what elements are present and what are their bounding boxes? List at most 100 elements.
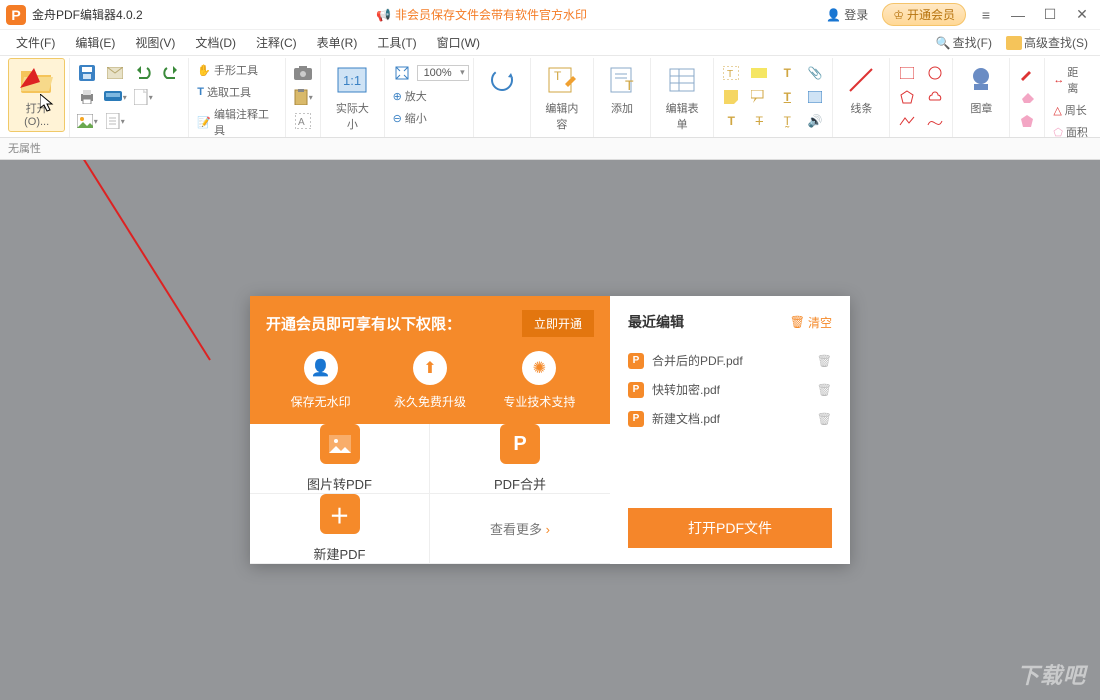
text-color-button[interactable]: T: [774, 62, 800, 84]
close-button[interactable]: ✕: [1070, 6, 1094, 23]
squiggly-button[interactable]: T̰: [774, 110, 800, 132]
feature-free-upgrade: ⬆永久免费升级: [375, 351, 484, 410]
save-button[interactable]: [74, 62, 100, 84]
edit-content-button[interactable]: T 编辑内容: [535, 58, 589, 136]
freehand-shape-button[interactable]: [922, 110, 948, 132]
menu-window[interactable]: 窗口(W): [427, 31, 490, 54]
menu-tools[interactable]: 工具(T): [367, 31, 426, 54]
menu-file[interactable]: 文件(F): [6, 31, 65, 54]
open-vip-now-button[interactable]: 立即开通: [522, 310, 594, 337]
blank-page-button[interactable]: ▾: [130, 86, 156, 108]
select-tool-button[interactable]: T选取工具: [193, 82, 281, 102]
delete-recent-button[interactable]: 🗑: [817, 383, 832, 397]
menu-document[interactable]: 文档(D): [185, 31, 246, 54]
strikeout-button[interactable]: T: [746, 110, 772, 132]
sound-button[interactable]: 🔊: [802, 110, 828, 132]
menu-form[interactable]: 表单(R): [307, 31, 368, 54]
maximize-button[interactable]: ☐: [1038, 6, 1062, 23]
edit-form-icon: [664, 62, 700, 98]
rotate-button[interactable]: [478, 58, 526, 116]
menu-comment[interactable]: 注释(C): [246, 31, 307, 54]
fit-page-button[interactable]: [389, 62, 415, 84]
open-vip-button[interactable]: ♔ 开通会员: [882, 3, 966, 26]
shape-fill-button[interactable]: [1014, 110, 1040, 132]
image-to-pdf-tile[interactable]: 图片转PDF: [250, 424, 430, 494]
image-annot-button[interactable]: [802, 86, 828, 108]
rect-shape-button[interactable]: [894, 62, 920, 84]
polyline-shape-button[interactable]: [894, 110, 920, 132]
attach-button[interactable]: 📎: [802, 62, 828, 84]
view-more-tile[interactable]: 查看更多 ›: [430, 494, 610, 564]
megaphone-icon: 📢: [376, 8, 391, 22]
area-button[interactable]: ⬠面积: [1049, 122, 1092, 142]
line-tool-button[interactable]: 线条: [837, 58, 885, 120]
login-button[interactable]: 👤 登录: [820, 4, 874, 25]
delete-recent-button[interactable]: 🗑: [817, 412, 832, 426]
add-button[interactable]: T 添加: [598, 58, 646, 120]
svg-text:T: T: [625, 77, 634, 93]
pdf-merge-tile[interactable]: P PDF合并: [430, 424, 610, 494]
textedit-button[interactable]: T: [718, 110, 744, 132]
undo-button[interactable]: [130, 62, 156, 84]
chevron-right-icon: ›: [546, 522, 550, 537]
open-file-button[interactable]: 打开(O)...: [8, 58, 65, 132]
annotate-tool-button[interactable]: 📝编辑注释工具: [193, 104, 281, 140]
speaker-icon: 🔊: [808, 114, 823, 128]
edit-content-label: 编辑内容: [541, 100, 583, 132]
stamp-button[interactable]: 图章: [957, 58, 1005, 120]
polygon-shape-button[interactable]: [894, 86, 920, 108]
note-button[interactable]: [718, 86, 744, 108]
delete-recent-button[interactable]: 🗑: [817, 354, 832, 368]
export-image-button[interactable]: ▾: [74, 110, 100, 132]
zoom-in-button[interactable]: ⊕放大: [389, 86, 469, 106]
print-button[interactable]: [74, 86, 100, 108]
circle-shape-button[interactable]: [922, 62, 948, 84]
clipboard-button[interactable]: ▾: [290, 86, 316, 108]
highlight-button[interactable]: [746, 62, 772, 84]
cloud-shape-button[interactable]: [922, 86, 948, 108]
pdf-merge-icon: P: [500, 424, 540, 464]
scanner-button[interactable]: ▾: [102, 86, 128, 108]
perimeter-button[interactable]: △周长: [1049, 100, 1092, 120]
zoom-out-button[interactable]: ⊖缩小: [389, 108, 469, 128]
svg-text:A: A: [298, 117, 305, 128]
recent-file-name-3: 新建文档.pdf: [652, 410, 720, 427]
distance-button[interactable]: ↔距离: [1049, 62, 1092, 98]
pencil-button[interactable]: [1014, 62, 1040, 84]
start-panel: 开通会员即可享有以下权限： 立即开通 👤保存无水印 ⬆永久免费升级 ✺专业技术支…: [250, 296, 850, 564]
zoom-combo[interactable]: 100%: [417, 65, 469, 81]
menu-view[interactable]: 视图(V): [125, 31, 185, 54]
textbox-button[interactable]: T: [718, 62, 744, 84]
mail-button[interactable]: [102, 62, 128, 84]
snapshot-button[interactable]: [290, 62, 316, 84]
pdf-file-icon: P: [628, 353, 644, 369]
menu-edit[interactable]: 编辑(E): [65, 31, 125, 54]
edit-form-button[interactable]: 编辑表单: [655, 58, 709, 136]
underline-button[interactable]: T: [774, 86, 800, 108]
clear-recent-button[interactable]: 🗑清空: [790, 314, 832, 331]
recent-file-item[interactable]: P新建文档.pdf🗑: [628, 404, 832, 433]
notice-text: 非会员保存文件会带有软件官方水印: [395, 6, 587, 23]
ocr-button[interactable]: A: [290, 110, 316, 132]
edit-content-icon: T: [544, 62, 580, 98]
line-icon: [843, 62, 879, 98]
upgrade-icon: ⬆: [413, 351, 447, 385]
eraser-button[interactable]: [1014, 86, 1040, 108]
svg-text:T: T: [554, 69, 562, 83]
open-pdf-file-button[interactable]: 打开PDF文件: [628, 508, 832, 548]
recent-file-item[interactable]: P 合并后的PDF.pdf 🗑: [628, 346, 832, 375]
redo-button[interactable]: [158, 62, 184, 84]
callout-button[interactable]: [746, 86, 772, 108]
new-document-button[interactable]: ▾: [102, 110, 128, 132]
feature-no-watermark: 👤保存无水印: [266, 351, 375, 410]
find-label: 查找(F): [953, 34, 992, 51]
hand-tool-button[interactable]: ✋手形工具: [193, 60, 281, 80]
actual-size-button[interactable]: 1:1 实际大小: [325, 58, 379, 136]
recent-file-name-1: 合并后的PDF.pdf: [652, 352, 743, 369]
menu-more-button[interactable]: ≡: [974, 7, 998, 23]
advanced-find-button[interactable]: 高级查找(S): [1000, 32, 1094, 53]
minimize-button[interactable]: —: [1006, 7, 1030, 23]
new-pdf-tile[interactable]: ＋ 新建PDF: [250, 494, 430, 564]
find-button[interactable]: 🔍 查找(F): [930, 32, 998, 53]
recent-file-item[interactable]: P快转加密.pdf🗑: [628, 375, 832, 404]
